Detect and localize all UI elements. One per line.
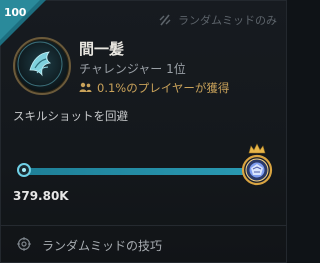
challenge-description: スキルショットを回避 [13,109,128,123]
mode-tag-label: ランダムミッドのみ [178,14,277,27]
players-text: 0.1%のプレイヤーが獲得 [97,81,230,95]
footer-divider [0,225,287,226]
tips-link-label: ランダムミッドの技巧 [42,239,163,253]
challenge-emblem-icon [13,37,71,95]
tips-link[interactable]: ランダムミッドの技巧 [17,237,162,254]
rank-number: 100 [4,6,27,19]
players-stat: 0.1%のプレイヤーが獲得 [79,80,229,96]
challenge-title: 間一髪 [79,40,125,58]
players-icon [79,81,92,95]
progress-track [20,168,256,175]
progress-start-marker [17,163,31,177]
challenge-tier: チャレンジャー 1位 [79,62,186,76]
mode-tag: ランダムミッドのみ [158,12,277,28]
progress-value: 379.80K [13,189,69,203]
progress-fill [20,168,256,175]
rune-icon [158,13,172,27]
challenger-crown-icon [240,143,274,187]
target-icon [17,237,31,254]
challenge-card: 100 ランダムミッドのみ 間一髪 チャレンジャー 1位 0.1%のプレイヤーが… [0,0,287,263]
